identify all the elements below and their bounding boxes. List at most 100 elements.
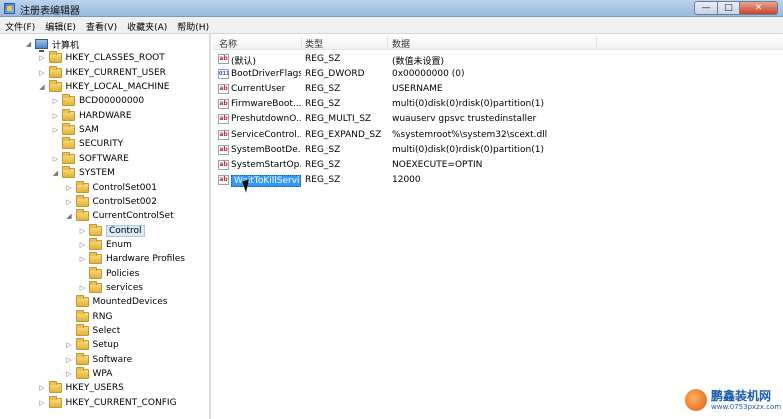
folder-icon xyxy=(75,367,89,380)
collapsed-arrow-icon[interactable]: ▷ xyxy=(38,68,47,77)
collapsed-arrow-icon[interactable]: ▷ xyxy=(38,398,47,407)
tree-node[interactable]: ◢ CurrentControlSet xyxy=(65,209,174,223)
menu-file[interactable]: 文件(F) xyxy=(0,17,40,33)
window-title: 注册表编辑器 xyxy=(20,6,80,17)
collapsed-arrow-icon[interactable]: ▷ xyxy=(78,255,87,264)
menu-view[interactable]: 查看(V) xyxy=(81,17,122,33)
value-row[interactable]: ab (默认) REG_SZ (数值未设置) xyxy=(213,52,783,67)
value-name[interactable]: FirmwareBoot... xyxy=(231,99,301,109)
value-name[interactable]: SystemStartOp... xyxy=(231,160,301,170)
close-button[interactable]: ✕ xyxy=(740,1,778,15)
value-name[interactable]: PreshutdownO... xyxy=(231,114,301,124)
tree-node[interactable]: ▷ Software xyxy=(65,352,132,367)
expanded-arrow-icon[interactable]: ◢ xyxy=(24,40,33,49)
folder-icon xyxy=(75,352,89,365)
value-name[interactable]: CurrentUser xyxy=(231,84,301,94)
collapsed-arrow-icon[interactable]: ▷ xyxy=(51,97,60,106)
string-value-icon: ab xyxy=(218,84,229,95)
collapsed-arrow-icon[interactable]: ▷ xyxy=(65,370,74,379)
tree-node[interactable]: ▷ HKEY_CURRENT_CONFIG xyxy=(38,395,177,410)
menu-favorites[interactable]: 收藏夹(A) xyxy=(122,17,172,33)
tree-node[interactable]: ▷ SAM xyxy=(51,123,99,137)
value-name[interactable]: SystemBootDe... xyxy=(231,145,301,155)
tree-node-label: ControlSet001 xyxy=(92,182,158,193)
tree-node[interactable]: ▷ HARDWARE xyxy=(51,108,132,123)
collapsed-arrow-icon[interactable]: ▷ xyxy=(78,283,87,292)
tree-node-label: HKEY_USERS xyxy=(65,383,124,394)
value-row[interactable]: ab WaitToKillServi... REG_SZ 12000 xyxy=(213,173,783,188)
value-row[interactable]: ab FirmwareBoot... REG_SZ multi(0)disk(0)rd… xyxy=(213,97,783,112)
maximize-button[interactable]: □ xyxy=(718,1,740,15)
regedit-app-icon xyxy=(4,3,15,14)
column-divider[interactable] xyxy=(301,36,302,48)
value-data: wuauserv gpsvc trustedinstaller xyxy=(392,114,537,125)
column-divider[interactable] xyxy=(596,36,597,48)
column-name-header[interactable]: 名称 xyxy=(219,37,237,50)
tree-node[interactable]: ▷ services xyxy=(78,280,143,295)
column-data-header[interactable]: 数据 xyxy=(392,37,410,50)
collapsed-arrow-icon[interactable]: ▷ xyxy=(65,341,74,350)
collapsed-arrow-icon[interactable]: ▷ xyxy=(51,154,60,163)
folder-icon xyxy=(75,209,89,222)
value-name[interactable]: (默认) xyxy=(231,54,301,67)
collapsed-arrow-icon[interactable]: ▷ xyxy=(65,197,74,206)
string-value-icon: ab xyxy=(218,174,229,185)
tree-node[interactable]: ▷ Enum xyxy=(78,237,132,252)
value-row[interactable]: ab CurrentUser REG_SZ USERNAME xyxy=(213,82,783,97)
collapsed-arrow-icon[interactable]: ▷ xyxy=(65,355,74,364)
folder-icon xyxy=(89,266,102,279)
tree-node[interactable]: ▷ ControlSet001 xyxy=(65,180,158,195)
tree-node[interactable]: ◢ HKEY_LOCAL_MACHINE xyxy=(38,80,169,94)
collapsed-arrow-icon[interactable]: ▷ xyxy=(65,183,74,192)
tree-node-label: SYSTEM xyxy=(79,168,115,179)
tree-node[interactable]: ▷ BCD00000000 xyxy=(51,94,144,108)
column-divider[interactable] xyxy=(387,36,388,48)
value-type: REG_SZ xyxy=(305,99,341,110)
collapsed-arrow-icon[interactable]: ▷ xyxy=(51,111,60,120)
expanded-arrow-icon[interactable]: ◢ xyxy=(51,169,60,178)
value-name[interactable]: BootDriverFlags xyxy=(231,69,301,79)
tree-node[interactable]: ▷ WPA xyxy=(65,367,112,381)
value-type: REG_MULTI_SZ xyxy=(305,114,372,125)
tree-node[interactable]: Policies xyxy=(78,266,139,281)
minimize-button[interactable]: — xyxy=(694,1,718,15)
tree-node[interactable]: ▷ HKEY_USERS xyxy=(38,381,124,395)
tree-node[interactable]: ▷ Control xyxy=(78,223,145,238)
tree-node[interactable]: ▷ HKEY_CURRENT_USER xyxy=(38,65,166,80)
tree-node[interactable]: ▷ Hardware Profiles xyxy=(78,252,185,266)
value-row[interactable]: ab SystemBootDe... REG_SZ multi(0)disk(0)rd… xyxy=(213,143,783,158)
value-row[interactable]: ab SystemStartOp... REG_SZ NOEXECUTE=OPTIN xyxy=(213,158,783,173)
string-value-icon: ab xyxy=(218,114,229,125)
tree-node[interactable]: ◢ SYSTEM xyxy=(51,166,115,180)
menu-edit[interactable]: 编辑(E) xyxy=(40,17,81,33)
tree-node[interactable]: SECURITY xyxy=(51,137,123,151)
collapsed-arrow-icon[interactable]: ▷ xyxy=(51,126,60,135)
collapsed-arrow-icon[interactable]: ▷ xyxy=(38,384,47,393)
tree-node[interactable]: ▷ SOFTWARE xyxy=(51,151,129,166)
tree-node[interactable]: RNG xyxy=(65,309,113,324)
tree-node[interactable]: MountedDevices xyxy=(65,295,167,309)
value-row[interactable]: ab PreshutdownO... REG_MULTI_SZ wuauserv gp… xyxy=(213,112,783,127)
no-arrow-spacer xyxy=(65,298,74,307)
value-row[interactable]: ab ServiceControl... REG_EXPAND_SZ %systemr… xyxy=(213,128,783,143)
expanded-arrow-icon[interactable]: ◢ xyxy=(38,83,47,92)
expanded-arrow-icon[interactable]: ◢ xyxy=(65,212,74,221)
tree-node[interactable]: ▷ Setup xyxy=(65,338,119,352)
folder-icon xyxy=(48,381,62,394)
values-list[interactable]: 名称 类型 数据 ab (默认) REG_SZ (数值未设置) 011 BootDrive… xyxy=(213,34,783,419)
tree-node[interactable]: ▷ HKEY_CLASSES_ROOT xyxy=(38,51,165,65)
collapsed-arrow-icon[interactable]: ▷ xyxy=(78,226,87,235)
tree-node-label: RNG xyxy=(92,311,113,322)
collapsed-arrow-icon[interactable]: ▷ xyxy=(38,54,47,63)
registry-tree[interactable]: ◢ 计算机 ▷ HKEY_CLASSES_ROOT ▷ HKEY_CURRENT_USER… xyxy=(0,34,211,419)
tree-node[interactable]: ◢ 计算机 xyxy=(24,37,79,52)
tree-node[interactable]: ▷ ControlSet002 xyxy=(65,194,157,209)
value-name[interactable]: ServiceControl... xyxy=(231,130,301,140)
tree-node-label: BCD00000000 xyxy=(79,96,145,107)
menu-help[interactable]: 帮助(H) xyxy=(172,17,214,33)
collapsed-arrow-icon[interactable]: ▷ xyxy=(78,240,87,249)
no-arrow-spacer xyxy=(51,140,60,149)
tree-node[interactable]: Select xyxy=(65,324,120,338)
column-type-header[interactable]: 类型 xyxy=(305,37,323,50)
value-row[interactable]: 011 BootDriverFlags REG_DWORD 0x00000000 (0… xyxy=(213,67,783,82)
